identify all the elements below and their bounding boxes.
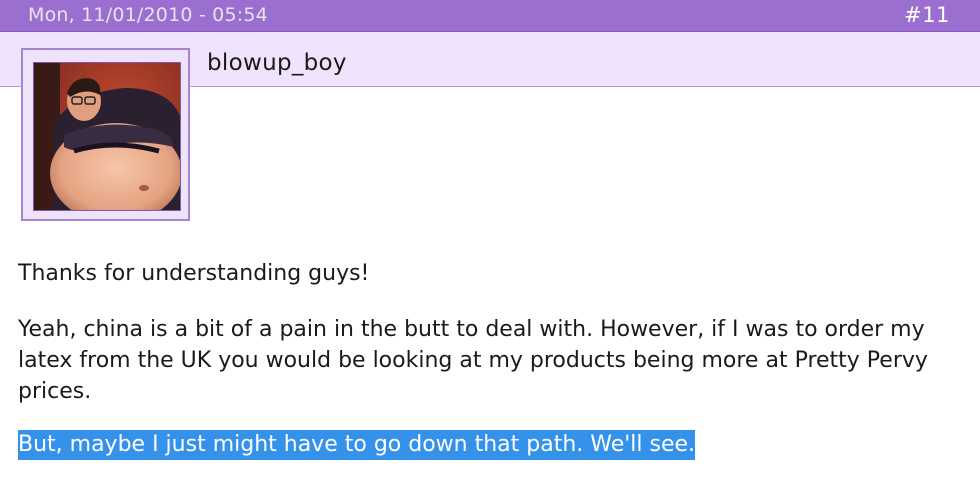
post-permalink[interactable]: #11 bbox=[904, 3, 950, 27]
post-date: Mon, 11/01/2010 - 05:54 bbox=[28, 4, 268, 26]
forum-post: Mon, 11/01/2010 - 05:54 #11 blowup_boy T… bbox=[0, 0, 980, 498]
post-paragraph: But, maybe I just might have to go down … bbox=[18, 429, 958, 460]
post-header: Mon, 11/01/2010 - 05:54 #11 bbox=[0, 0, 980, 32]
avatar[interactable] bbox=[33, 62, 181, 211]
user-avatar-photo-icon bbox=[34, 63, 180, 210]
post-body: Thanks for understanding guys! Yeah, chi… bbox=[18, 258, 958, 482]
author-username[interactable]: blowup_boy bbox=[207, 50, 347, 76]
post-paragraph: Yeah, china is a bit of a pain in the bu… bbox=[18, 317, 928, 404]
selected-text: But, maybe I just might have to go down … bbox=[18, 430, 696, 460]
post-paragraph: Thanks for understanding guys! bbox=[18, 261, 370, 286]
avatar-frame bbox=[21, 48, 190, 221]
